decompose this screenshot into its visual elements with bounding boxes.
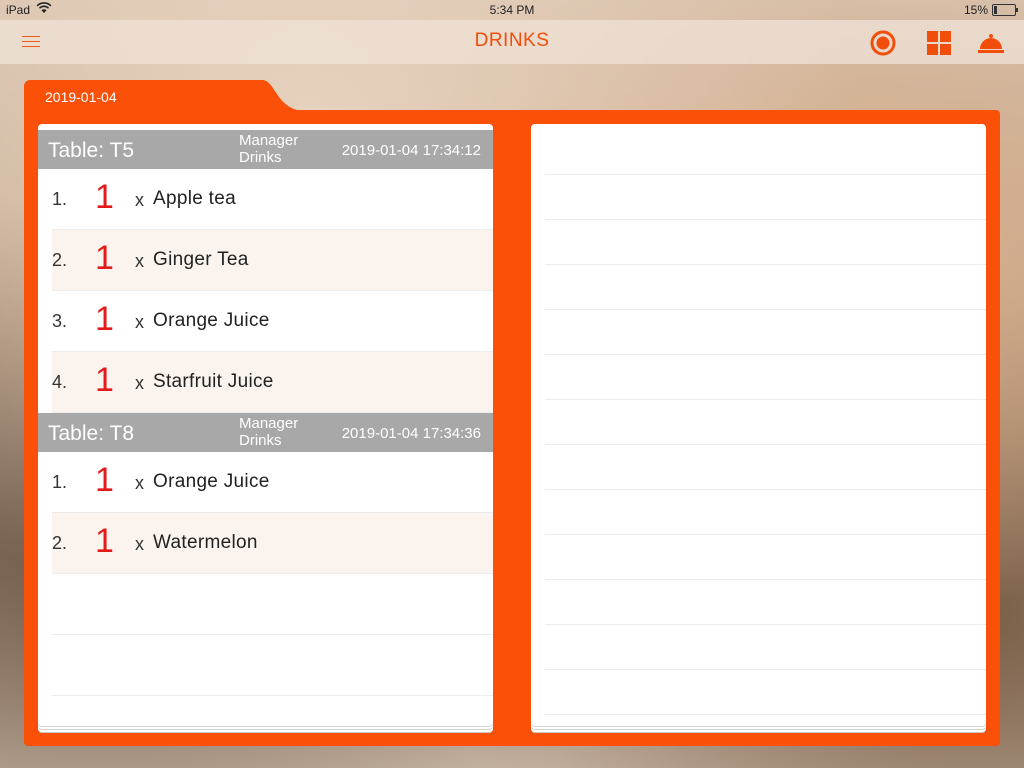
empty-row <box>545 265 986 310</box>
item-number: 1. <box>52 189 68 209</box>
date-tab-label: 2019-01-04 <box>45 89 117 105</box>
empty-row <box>545 175 986 220</box>
status-bar: iPad 5:34 PM 15% <box>0 0 1024 20</box>
empty-row <box>545 130 986 175</box>
item-quantity: 1 <box>95 522 114 560</box>
list-item[interactable]: 2. 1 x Ginger Tea <box>52 230 493 291</box>
item-quantity: 1 <box>95 461 114 499</box>
grid-icon[interactable] <box>926 30 952 56</box>
order-role: Manager Drinks <box>239 415 299 449</box>
item-quantity: 1 <box>95 239 114 277</box>
nav-bar: DRINKS <box>0 20 1024 64</box>
item-number: 3. <box>52 311 68 331</box>
empty-row <box>545 625 986 670</box>
battery-percent: 15% <box>963 3 988 17</box>
empty-row <box>545 535 986 580</box>
item-number: 2. <box>52 250 68 270</box>
empty-row <box>545 580 986 625</box>
item-quantity: 1 <box>95 361 114 399</box>
item-quantity: 1 <box>95 178 114 216</box>
item-name: Starfruit Juice <box>153 371 274 392</box>
second-orders-list[interactable] <box>531 124 986 726</box>
item-quantity: 1 <box>95 300 114 338</box>
clock: 5:34 PM <box>489 3 535 17</box>
list-item[interactable]: 3. 1 x Orange Juice <box>52 291 493 352</box>
record-icon[interactable] <box>870 30 896 56</box>
order-timestamp: 2019-01-04 17:34:36 <box>341 425 481 442</box>
times-sign: x <box>135 251 144 271</box>
list-item[interactable]: 1. 1 x Orange Juice <box>52 452 493 513</box>
times-sign: x <box>135 312 144 332</box>
order-header[interactable]: Table: T8 Manager Drinks 2019-01-04 17:34… <box>38 413 493 452</box>
item-name: Orange Juice <box>153 310 270 331</box>
item-name: Ginger Tea <box>153 249 249 270</box>
times-sign: x <box>135 473 144 493</box>
list-item[interactable]: 4. 1 x Starfruit Juice <box>52 352 493 413</box>
empty-row <box>52 635 493 696</box>
order-timestamp: 2019-01-04 17:34:12 <box>341 142 481 159</box>
item-number: 2. <box>52 533 68 553</box>
item-name: Watermelon <box>153 532 258 553</box>
item-number: 1. <box>52 472 68 492</box>
item-name: Orange Juice <box>153 471 270 492</box>
item-name: Apple tea <box>153 188 236 209</box>
tab-curve <box>262 80 306 111</box>
order-header[interactable]: Table: T5 Manager Drinks 2019-01-04 17:34… <box>38 130 493 169</box>
order-role: Manager Drinks <box>239 132 299 166</box>
list-item[interactable]: 1. 1 x Apple tea <box>52 169 493 230</box>
empty-row <box>545 445 986 490</box>
empty-row <box>545 355 986 400</box>
battery-icon <box>992 4 1018 16</box>
empty-row <box>545 220 986 265</box>
empty-row <box>545 310 986 355</box>
item-number: 4. <box>52 372 68 392</box>
times-sign: x <box>135 534 144 554</box>
empty-row <box>545 400 986 445</box>
table-name: Table: T5 <box>48 139 134 162</box>
times-sign: x <box>135 190 144 210</box>
times-sign: x <box>135 373 144 393</box>
list-item[interactable]: 2. 1 x Watermelon <box>52 513 493 574</box>
orders-list[interactable]: Table: T5 Manager Drinks 2019-01-04 17:34… <box>38 124 493 726</box>
table-name: Table: T8 <box>48 422 134 445</box>
service-bell-icon[interactable] <box>977 30 1004 56</box>
empty-row <box>545 670 986 715</box>
empty-row <box>545 490 986 535</box>
empty-row <box>52 574 493 635</box>
